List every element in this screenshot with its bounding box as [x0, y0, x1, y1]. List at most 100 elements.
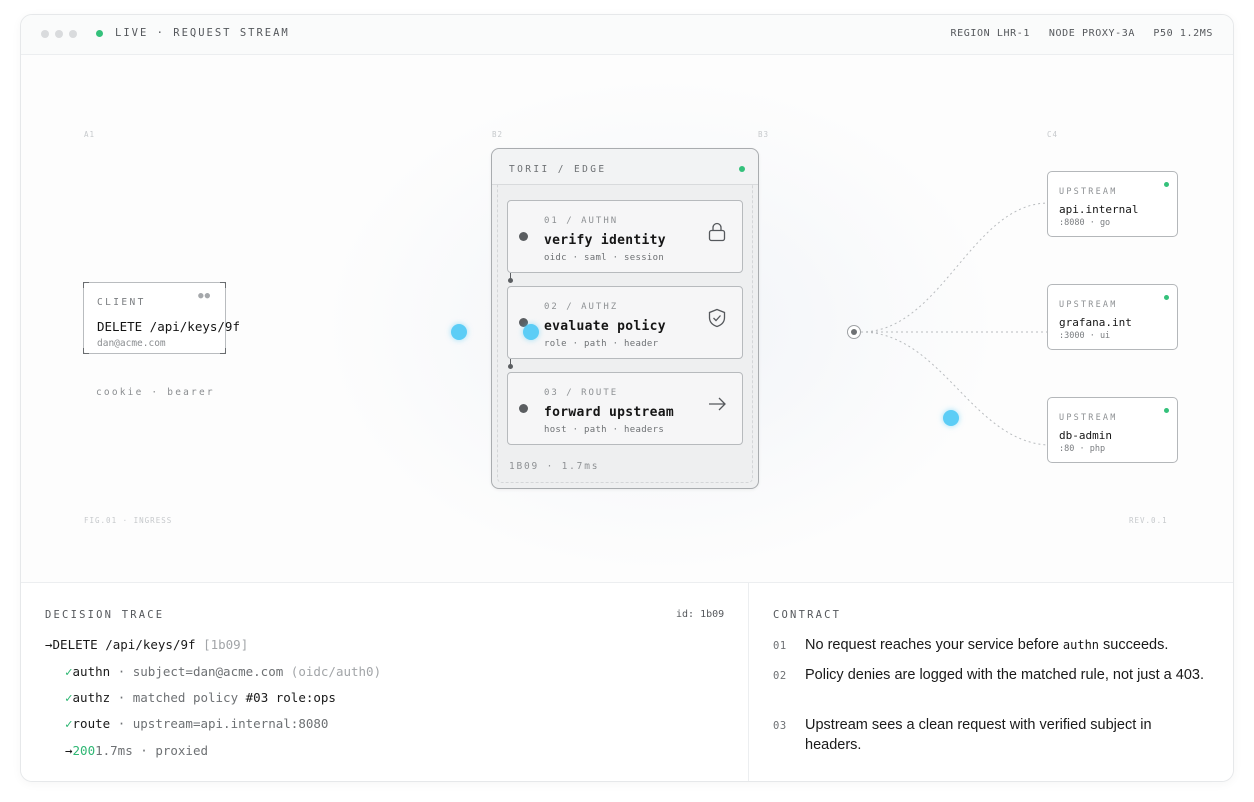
trace-result: →2001.7ms · proxied [65, 743, 208, 758]
trace-key: route [72, 716, 111, 731]
stage-name: evaluate policy [544, 319, 666, 334]
trace-provider: (oidc/auth0) [290, 664, 382, 679]
client-card[interactable]: ●● CLIENT DELETE /api/keys/9f dan@acme.c… [83, 282, 240, 354]
stage-route[interactable]: 03 / ROUTE forward upstream host · path … [507, 372, 743, 445]
stage-step: 02 / AUTHZ [544, 302, 619, 312]
more-icon[interactable]: ●● [198, 291, 211, 301]
trace-request-line: DELETE /api/keys/9f [52, 637, 196, 652]
trace-rule: #03 role:ops [245, 690, 336, 705]
trace-request-id: [1b09] [203, 637, 249, 652]
stage-port [519, 404, 528, 413]
edge-title: TORII / EDGE [509, 164, 607, 175]
upstream-label: UPSTREAM [1059, 187, 1118, 197]
stage-step: 01 / AUTHN [544, 216, 619, 226]
flow-canvas: A1 B2 B3 C4 FIG.01 · INGRESS REV.0.1 ●● … [21, 55, 1233, 583]
trace-status-code: 200 [72, 743, 96, 758]
live-status-dot [96, 30, 103, 37]
upstream-port: :8080 · go [1059, 218, 1111, 228]
client-user: dan@acme.com [97, 338, 166, 349]
trace-request: →DELETE /api/keys/9f [1b09] [45, 637, 248, 652]
stage-connector [508, 273, 513, 283]
trace-authn: ✓authn · subject=dan@acme.com (oidc/auth… [65, 664, 381, 679]
contract-title: CONTRACT [773, 609, 842, 621]
stage-step: 03 / ROUTE [544, 388, 619, 398]
upstream-name: db-admin [1059, 429, 1112, 442]
trace-result-detail: 1.7ms · proxied [95, 743, 208, 758]
check-icon: ✓ [65, 690, 73, 705]
route-line-db [860, 331, 1048, 446]
clause-code: authn [1062, 638, 1100, 652]
trace-route: ✓route · upstream=api.internal:8080 [65, 716, 328, 731]
contract-clause: Policy denies are logged with the matche… [805, 667, 1204, 683]
trace-detail: · subject=dan@acme.com [110, 664, 291, 679]
titlebar: LIVE · REQUEST STREAM REGION LHR-1 NODE … [21, 15, 1233, 55]
clause-number: 03 [773, 720, 787, 732]
upstream-card-grafana[interactable]: UPSTREAM grafana.int :3000 · ui [1047, 284, 1178, 350]
request-pulse-authz [523, 324, 539, 340]
lock-icon [708, 222, 726, 242]
window-zoom-dot[interactable] [69, 30, 77, 38]
stream-title: LIVE · REQUEST STREAM [115, 27, 290, 39]
region-readout: REGION LHR-1 [950, 28, 1030, 39]
trace-title: DECISION TRACE [45, 609, 165, 621]
clause-number: 01 [773, 640, 787, 652]
window-close-dot[interactable] [41, 30, 49, 38]
upstream-label: UPSTREAM [1059, 413, 1118, 423]
upstream-port: :3000 · ui [1059, 331, 1111, 341]
stage-port [519, 232, 528, 241]
clause-number: 02 [773, 670, 787, 682]
check-icon: ✓ [65, 664, 73, 679]
contract-clause: Upstream sees a clean request with verif… [805, 717, 1152, 753]
stage-tags: role · path · header [544, 339, 659, 349]
client-auth-methods: cookie · bearer [96, 387, 215, 398]
edge-footer: 1B09 · 1.7ms [509, 461, 600, 472]
upstream-card-db[interactable]: UPSTREAM db-admin :80 · php [1047, 397, 1178, 463]
bottom-panel: DECISION TRACE id: 1b09 →DELETE /api/key… [21, 582, 1233, 781]
app-window: LIVE · REQUEST STREAM REGION LHR-1 NODE … [20, 14, 1234, 782]
router-node-icon[interactable] [847, 325, 861, 339]
window-minimize-dot[interactable] [55, 30, 63, 38]
edge-header: TORII / EDGE [492, 149, 758, 185]
upstream-label: UPSTREAM [1059, 300, 1118, 310]
trace-authz: ✓authz · matched policy #03 role:ops [65, 690, 336, 705]
node-readout: NODE PROXY-3A [1048, 28, 1135, 39]
upstream-status-dot [1164, 408, 1169, 413]
trace-arrow: → [45, 637, 53, 652]
trace-id[interactable]: id: 1b09 [676, 609, 724, 620]
upstream-name: api.internal [1059, 203, 1139, 216]
clause-text: No request reaches your service before [805, 637, 1063, 653]
trace-result-arrow: → [65, 743, 73, 758]
arrow-right-icon [709, 397, 726, 411]
corner-bracket [83, 282, 89, 288]
edge-gateway: TORII / EDGE 01 / AUTHN verify identity … [491, 148, 759, 489]
trace-key: authz [72, 690, 111, 705]
shield-check-icon [708, 308, 726, 328]
corner-bracket [220, 348, 226, 354]
contract-clause: No request reaches your service before a… [805, 635, 1205, 655]
latency-readout: P50 1.2MS [1153, 28, 1213, 39]
stage-tags: oidc · saml · session [544, 253, 665, 263]
stage-authz[interactable]: 02 / AUTHZ evaluate policy role · path ·… [507, 286, 743, 359]
clause-text: succeeds. [1099, 637, 1169, 653]
stage-name: verify identity [544, 233, 666, 248]
stage-tags: host · path · headers [544, 425, 665, 435]
panel-divider [748, 583, 749, 781]
request-pulse-outbound [943, 410, 959, 426]
trace-detail: · upstream=api.internal:8080 [110, 716, 329, 731]
stage-authn[interactable]: 01 / AUTHN verify identity oidc · saml ·… [507, 200, 743, 273]
corner-bracket [220, 282, 226, 288]
stage-connector [508, 359, 513, 369]
upstream-name: grafana.int [1059, 316, 1132, 329]
corner-bracket [83, 348, 89, 354]
client-label: CLIENT [97, 297, 146, 308]
upstream-status-dot [1164, 182, 1169, 187]
route-line-api [860, 202, 1048, 333]
check-icon: ✓ [65, 716, 73, 731]
upstream-port: :80 · php [1059, 444, 1106, 454]
trace-key: authn [72, 664, 111, 679]
stage-name: forward upstream [544, 405, 675, 420]
trace-detail: · matched policy [110, 690, 246, 705]
request-pulse-inbound [451, 324, 467, 340]
upstream-card-api[interactable]: UPSTREAM api.internal :8080 · go [1047, 171, 1178, 237]
edge-status-dot [739, 166, 745, 172]
